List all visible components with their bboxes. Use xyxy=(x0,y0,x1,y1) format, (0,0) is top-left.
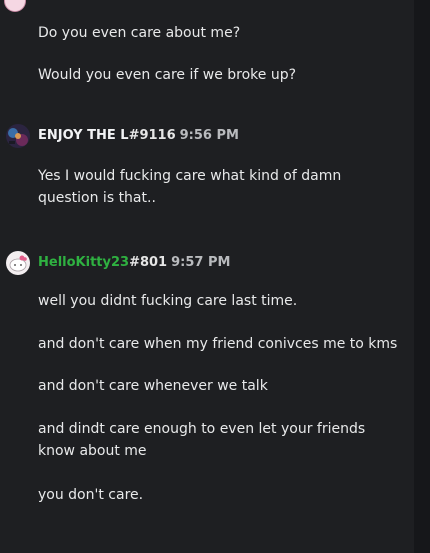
message-line: and don't care when my friend conivces m… xyxy=(38,336,398,352)
message-line: you don't care. xyxy=(38,487,144,503)
timestamp: 9:57 PM xyxy=(171,255,231,270)
chat-panel: Do you even care about me? Would you eve… xyxy=(0,0,414,553)
right-edge xyxy=(414,0,430,553)
message-line: Yes I would fucking care what kind of da… xyxy=(38,168,342,206)
user-tag: #9116 xyxy=(128,128,176,143)
username[interactable]: HelloKitty23 xyxy=(38,255,129,270)
message-line: well you didnt fucking care last time. xyxy=(38,293,298,309)
message-line: Do you even care about me? xyxy=(38,25,241,41)
timestamp: 9:56 PM xyxy=(179,128,239,143)
avatar[interactable] xyxy=(6,124,30,148)
avatar[interactable] xyxy=(4,0,26,12)
user-tag: #801 xyxy=(129,255,168,270)
message-line: and dindt care enough to even let your f… xyxy=(38,421,366,459)
avatar[interactable] xyxy=(6,251,30,275)
message-line: and don't care whenever we talk xyxy=(38,378,268,394)
message-line: Would you even care if we broke up? xyxy=(38,67,297,83)
message-header: ENJOY THE L#9116 9:56 PM xyxy=(38,127,239,145)
message-header: HelloKitty23#801 9:57 PM xyxy=(38,254,230,272)
username[interactable]: ENJOY THE L xyxy=(38,128,129,143)
